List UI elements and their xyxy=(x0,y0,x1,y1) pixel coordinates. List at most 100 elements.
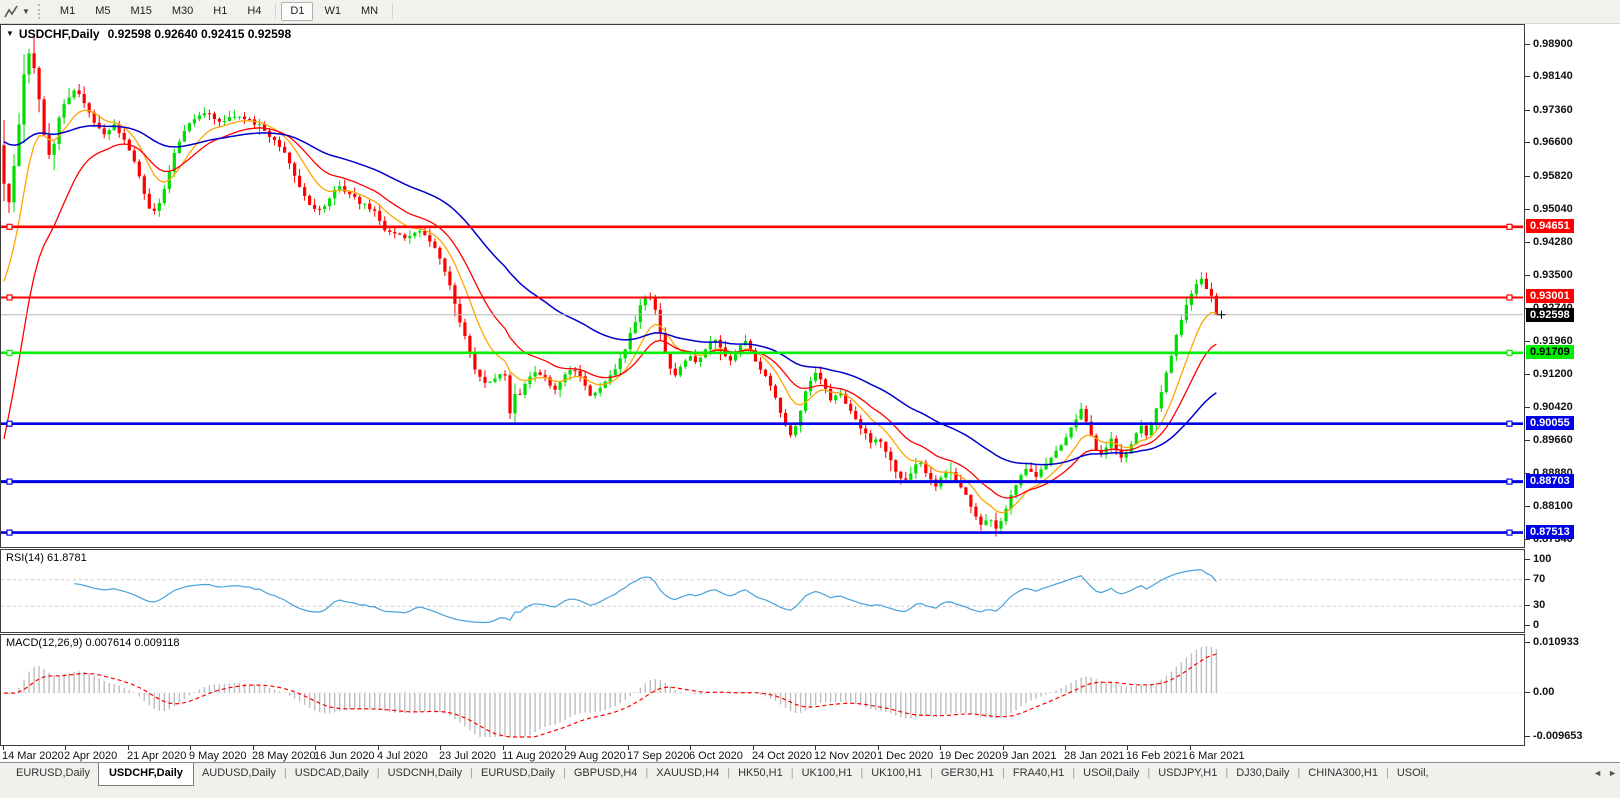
axis-tick xyxy=(1525,374,1530,375)
chart-tabs: EURUSD,DailyUSDCHF,DailyAUDUSD,Daily|USD… xyxy=(8,763,1437,786)
level-price-label-0.90055: 0.90055 xyxy=(1526,416,1574,430)
date-label-5: 16 Jun 2020 xyxy=(314,750,375,762)
hline-handle[interactable] xyxy=(1507,421,1512,426)
price-pane[interactable]: ▼ USDCHF,Daily 0.92598 0.92640 0.92415 0.9… xyxy=(0,24,1525,548)
tab-AUDUSD-Daily[interactable]: AUDUSD,Daily xyxy=(194,763,284,784)
hline-handle[interactable] xyxy=(7,421,12,426)
axis-tick xyxy=(1525,736,1530,737)
date-label-9: 29 Aug 2020 xyxy=(564,750,626,762)
tab-EURUSD-Daily[interactable]: EURUSD,Daily xyxy=(8,763,98,784)
tab-USDCNH-Daily[interactable]: USDCNH,Daily xyxy=(380,763,471,784)
macd-chart xyxy=(1,635,1523,745)
axis-tick xyxy=(1525,440,1530,441)
axis-price-0.89660: 0.89660 xyxy=(1533,434,1573,446)
tab-scroll-right-icon[interactable]: ► xyxy=(1608,768,1617,778)
timeframe-button-H4[interactable]: H4 xyxy=(238,2,270,21)
axis-tick xyxy=(1525,44,1530,45)
tab-DJ30-Daily[interactable]: DJ30,Daily xyxy=(1228,763,1297,784)
timeframe-toolbar: ▼ M1M5M15M30H1H4 D1W1MN xyxy=(0,0,1620,24)
symbol-period-label: USDCHF,Daily xyxy=(19,27,100,41)
axis-price-0.90420: 0.90420 xyxy=(1533,401,1573,413)
timeframe-button-M15[interactable]: M15 xyxy=(121,2,160,21)
date-label-10: 17 Sep 2020 xyxy=(627,750,689,762)
chart-tab-bar: EURUSD,DailyUSDCHF,DailyAUDUSD,Daily|USD… xyxy=(0,762,1620,798)
ma-fast xyxy=(4,110,1216,513)
zigzag-icon xyxy=(4,5,19,19)
macd-histogram xyxy=(4,646,1216,737)
tab-USOil-Daily[interactable]: USOil,Daily xyxy=(1075,763,1147,784)
price-axis[interactable]: 0.989000.981400.973600.966000.958200.950… xyxy=(1525,23,1620,746)
tab-UK100-H1[interactable]: UK100,H1 xyxy=(794,763,861,784)
level-price-label-0.91709: 0.91709 xyxy=(1526,345,1574,359)
axis-price-0.95040: 0.95040 xyxy=(1533,203,1573,215)
timeframe-button-M1[interactable]: M1 xyxy=(51,2,84,21)
hline-handle[interactable] xyxy=(1507,295,1512,300)
axis-price-0.95820: 0.95820 xyxy=(1533,170,1573,182)
timeframe-buttons: M1M5M15M30H1H4 D1W1MN xyxy=(50,2,397,21)
date-label-1: 2 Apr 2020 xyxy=(64,750,117,762)
hline-handle[interactable] xyxy=(7,479,12,484)
hline-handle[interactable] xyxy=(7,295,12,300)
rsi-scale-100: 100 xyxy=(1533,553,1551,565)
tab-GBPUSD-H4[interactable]: GBPUSD,H4 xyxy=(566,763,646,784)
axis-price-0.96600: 0.96600 xyxy=(1533,136,1573,148)
ma-medium xyxy=(4,128,1216,498)
axis-tick xyxy=(1525,506,1530,507)
macd-pane[interactable]: MACD(12,26,9) 0.007614 0.009118 xyxy=(0,634,1525,746)
collapse-icon[interactable]: ▼ xyxy=(6,29,14,38)
macd-scale--0.009653: -0.009653 xyxy=(1533,730,1583,742)
axis-tick xyxy=(1525,579,1530,580)
rsi-scale-0: 0 xyxy=(1533,619,1539,631)
axis-tick xyxy=(1525,76,1530,77)
axis-tick xyxy=(1525,176,1530,177)
chart-window: ▼ USDCHF,Daily 0.92598 0.92640 0.92415 0.9… xyxy=(0,23,1620,762)
date-axis[interactable]: 14 Mar 20202 Apr 202021 Apr 20209 May 20… xyxy=(0,746,1525,762)
timeframe-button-D1[interactable]: D1 xyxy=(281,2,313,21)
date-label-19: 6 Mar 2021 xyxy=(1189,750,1245,762)
axis-tick xyxy=(1525,692,1530,693)
timeframe-button-W1[interactable]: W1 xyxy=(315,2,350,21)
date-label-6: 4 Jul 2020 xyxy=(377,750,428,762)
hline-handle[interactable] xyxy=(1507,530,1512,535)
tab-USDJPY-H1[interactable]: USDJPY,H1 xyxy=(1150,763,1225,784)
hline-handle[interactable] xyxy=(1507,224,1512,229)
tab-CHINA300-H1[interactable]: CHINA300,H1 xyxy=(1300,763,1386,784)
timeframe-button-H1[interactable]: H1 xyxy=(204,2,236,21)
hline-handle[interactable] xyxy=(1507,479,1512,484)
timeframe-button-M30[interactable]: M30 xyxy=(163,2,202,21)
rsi-scale-30: 30 xyxy=(1533,599,1545,611)
macd-scale-0.010933: 0.010933 xyxy=(1533,636,1579,648)
tab-USDCAD-Daily[interactable]: USDCAD,Daily xyxy=(287,763,377,784)
axis-tick xyxy=(1525,275,1530,276)
hline-handle[interactable] xyxy=(7,350,12,355)
timeframe-button-MN[interactable]: MN xyxy=(352,2,387,21)
chart-tools-icon[interactable]: ▼ xyxy=(1,4,33,20)
tab-scroll-left-icon[interactable]: ◄ xyxy=(1593,768,1602,778)
date-label-8: 11 Aug 2020 xyxy=(502,750,563,762)
tab-FRA40-H1[interactable]: FRA40,H1 xyxy=(1005,763,1072,784)
tab-EURUSD-Daily[interactable]: EURUSD,Daily xyxy=(473,763,563,784)
axis-tick xyxy=(1525,539,1530,540)
timeframe-button-M5[interactable]: M5 xyxy=(86,2,119,21)
macd-values: 0.007614 0.009118 xyxy=(85,637,179,649)
tab-GER30-H1[interactable]: GER30,H1 xyxy=(933,763,1002,784)
tab-XAUUSD-H4[interactable]: XAUUSD,H4 xyxy=(648,763,727,784)
tab-HK50-H1[interactable]: HK50,H1 xyxy=(730,763,791,784)
toolbar-separator xyxy=(275,4,276,19)
axis-price-0.93500: 0.93500 xyxy=(1533,269,1573,281)
tab-scroll-arrows: ◄ ► xyxy=(1593,768,1617,778)
level-price-label-0.87513: 0.87513 xyxy=(1526,525,1574,539)
level-price-label-0.88703: 0.88703 xyxy=(1526,474,1574,488)
axis-tick xyxy=(1525,625,1530,626)
tab-USDCHF-Daily[interactable]: USDCHF,Daily xyxy=(98,763,194,786)
hline-handle[interactable] xyxy=(7,530,12,535)
hline-handle[interactable] xyxy=(1507,350,1512,355)
date-label-11: 6 Oct 2020 xyxy=(689,750,743,762)
axis-price-0.94280: 0.94280 xyxy=(1533,236,1573,248)
rsi-pane[interactable]: RSI(14) 61.8781 xyxy=(0,549,1525,633)
tab-UK100-H1[interactable]: UK100,H1 xyxy=(863,763,930,784)
tab-USOil-[interactable]: USOil, xyxy=(1389,763,1437,784)
toolbar-drag-handle[interactable] xyxy=(38,4,44,19)
ohlc-values: 0.92598 0.92640 0.92415 0.92598 xyxy=(108,27,292,41)
hline-handle[interactable] xyxy=(7,224,12,229)
